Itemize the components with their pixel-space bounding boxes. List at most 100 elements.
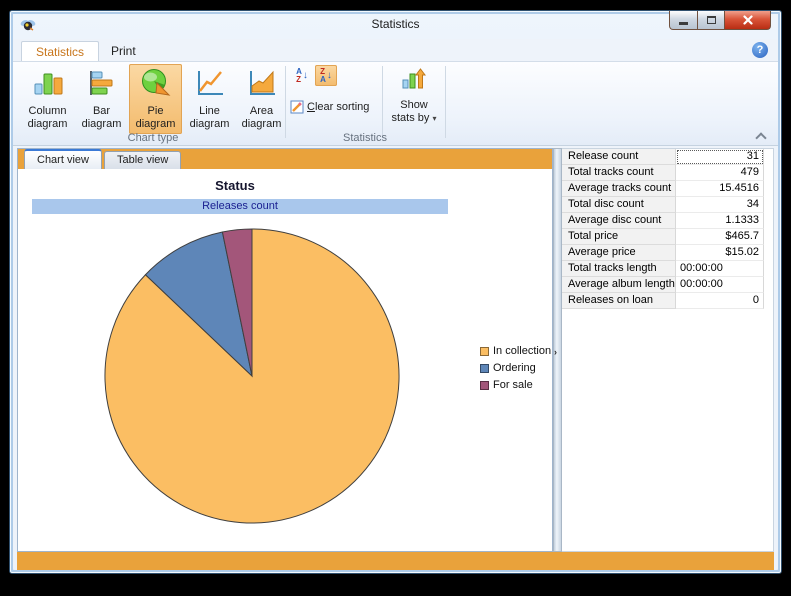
close-icon [742, 15, 753, 25]
clear-sorting-label: Clear sorting [307, 101, 370, 113]
stats-value[interactable]: 00:00:00 [676, 261, 764, 277]
panel-splitter[interactable]: › [553, 148, 562, 552]
tab-table-view[interactable]: Table view [103, 151, 182, 169]
button-label: Line diagram [189, 105, 230, 130]
stats-label: Average album length [562, 277, 676, 293]
stats-row-releases-on-loan: Releases on loan 0 [562, 293, 764, 309]
app-window: Statistics Statistics Print ? Column dia… [9, 10, 782, 574]
stats-row-total-price: Total price $465.7 [562, 229, 764, 245]
area-chart-icon [249, 70, 275, 95]
stats-row-average-price: Average price $15.02 [562, 245, 764, 261]
group-separator [445, 66, 446, 138]
show-stats-by-button[interactable]: Show stats by ▾ [385, 66, 443, 125]
title-bar: Statistics [10, 11, 781, 39]
bottom-accent-strip [17, 552, 774, 570]
stats-value[interactable]: 1.1333 [676, 213, 764, 229]
group-label-statistics: Statistics [342, 132, 387, 144]
legend-item-for-sale: For sale [480, 379, 551, 391]
clear-sorting-button[interactable]: Clear sorting [290, 100, 369, 114]
sort-ascending-icon: AZ ↓ [296, 66, 308, 84]
stats-value[interactable]: $465.7 [676, 229, 764, 245]
maximize-button[interactable] [698, 11, 725, 30]
stats-value[interactable]: 34 [676, 197, 764, 213]
tab-chart-view[interactable]: Chart view [24, 149, 102, 169]
line-chart-icon [197, 71, 223, 95]
stats-label: Total price [562, 229, 676, 245]
area-diagram-button[interactable]: Area diagram [235, 64, 288, 134]
legend-item-in-collection: In collection [480, 345, 551, 357]
stats-label: Average price [562, 245, 676, 261]
pie-chart [104, 228, 400, 524]
legend-label: Ordering [493, 362, 536, 374]
stats-row-average-tracks-count: Average tracks count 15.4516 [562, 181, 764, 197]
stats-table: Release count 31 Total tracks count 479 Aver… [562, 149, 764, 309]
view-tab-strip: Chart view Table view [18, 149, 552, 169]
pie-diagram-button[interactable]: Pie diagram [129, 64, 182, 134]
chart-title: Status [215, 178, 255, 193]
main-content: Chart view Table view Status Releases co… [17, 148, 774, 552]
button-label: Column diagram [27, 105, 68, 130]
stats-value[interactable]: 15.4516 [676, 181, 764, 197]
stats-row-average-album-length: Average album length 00:00:00 [562, 277, 764, 293]
minimize-icon [679, 21, 688, 25]
sort-ascending-button[interactable]: AZ ↓ [291, 65, 313, 86]
stats-label: Average tracks count [562, 181, 676, 197]
group-label-chart-type: Chart type [127, 132, 179, 144]
window-controls [669, 11, 771, 30]
stats-row-total-disc-count: Total disc count 34 [562, 197, 764, 213]
chart-legend: In collection Ordering For sale [480, 345, 551, 396]
button-label: Area diagram [241, 105, 282, 130]
stats-value[interactable]: 00:00:00 [676, 277, 764, 293]
chart-panel: Chart view Table view Status Releases co… [17, 148, 553, 552]
stats-row-total-tracks-length: Total tracks length 00:00:00 [562, 261, 764, 277]
sort-descending-button[interactable]: ZA ↓ [315, 65, 337, 86]
help-icon[interactable]: ? [752, 42, 768, 58]
stats-label: Average disc count [562, 213, 676, 229]
legend-swatch [480, 363, 489, 373]
stats-label: Total tracks count [562, 165, 676, 181]
legend-swatch [480, 346, 489, 356]
button-label: Bar diagram [81, 105, 122, 130]
stats-row-average-disc-count: Average disc count 1.1333 [562, 213, 764, 229]
collapse-ribbon-icon[interactable] [755, 132, 767, 144]
tab-statistics[interactable]: Statistics [21, 41, 100, 61]
legend-swatch [480, 380, 489, 390]
stats-value[interactable]: 479 [676, 165, 764, 181]
ribbon: Column diagram Bar diagram Pie diagram L… [13, 61, 778, 146]
show-stats-icon [402, 68, 426, 89]
chevron-down-icon: ▾ [432, 114, 437, 123]
stats-value[interactable]: 31 [676, 149, 764, 165]
stats-row-total-tracks-count: Total tracks count 479 [562, 165, 764, 181]
stats-panel: Release count 31 Total tracks count 479 Aver… [562, 148, 774, 552]
column-diagram-button[interactable]: Column diagram [21, 64, 74, 134]
legend-item-ordering: Ordering [480, 362, 551, 374]
group-separator [285, 66, 286, 138]
legend-label: For sale [493, 379, 533, 391]
close-button[interactable] [725, 11, 771, 30]
ribbon-tab-row: Statistics Print ? [13, 39, 778, 61]
maximize-icon [706, 16, 716, 24]
minimize-button[interactable] [669, 11, 698, 30]
pie-chart-icon [141, 69, 170, 96]
collapse-panel-icon: › [554, 347, 557, 357]
clear-sorting-icon [290, 100, 304, 114]
stats-row-release-count: Release count 31 [562, 149, 764, 165]
show-stats-label: Show stats by ▾ [391, 99, 437, 124]
stats-label: Total disc count [562, 197, 676, 213]
window-title: Statistics [371, 17, 420, 31]
group-separator [382, 66, 383, 138]
line-diagram-button[interactable]: Line diagram [183, 64, 236, 134]
button-label: Pie diagram [135, 105, 176, 130]
bar-diagram-button[interactable]: Bar diagram [75, 64, 128, 134]
sort-descending-icon: ZA ↓ [320, 66, 332, 84]
stats-value[interactable]: $15.02 [676, 245, 764, 261]
app-body: Statistics Print ? Column diagram Bar di… [13, 39, 778, 570]
stats-label: Release count [562, 149, 676, 165]
stats-label: Releases on loan [562, 293, 676, 309]
stats-value[interactable]: 0 [676, 293, 764, 309]
tab-print[interactable]: Print [97, 41, 150, 61]
legend-label: In collection [493, 345, 552, 357]
chart-area: Status Releases count In collection Order… [18, 169, 552, 551]
column-chart-icon [34, 73, 62, 95]
bar-chart-icon [89, 71, 112, 95]
